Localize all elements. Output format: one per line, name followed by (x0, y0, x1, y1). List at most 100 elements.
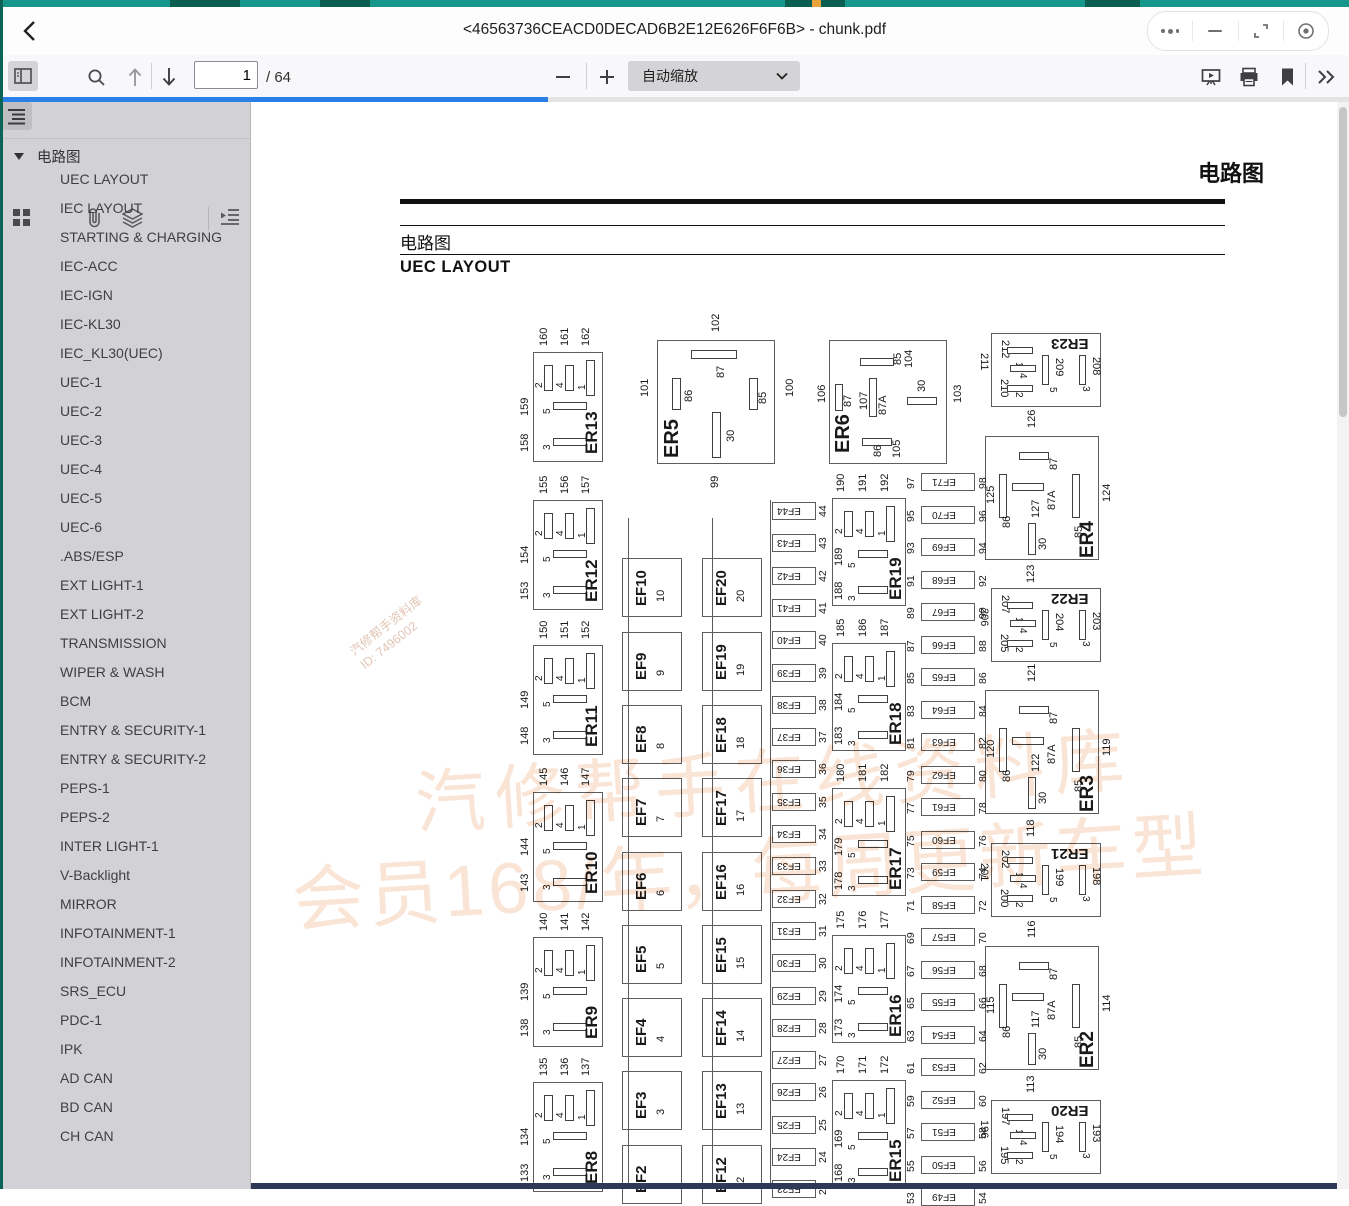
fuse-name: EF5 (634, 945, 649, 973)
pin-slot (1010, 620, 1036, 627)
zoom-select[interactable]: 自动缩放 (628, 61, 800, 91)
outline-item[interactable]: INTER LIGHT-1 (60, 837, 242, 856)
outline-item[interactable]: IEC LAYOUT (60, 199, 242, 218)
outline-item[interactable]: INFOTAINMENT-1 (60, 924, 242, 943)
terminal-number: 193 (1090, 1124, 1101, 1142)
print-icon (1239, 67, 1259, 87)
relay-name: ER21 (1051, 846, 1089, 861)
outline-item[interactable]: UEC-1 (60, 373, 242, 392)
more-button[interactable] (1148, 12, 1192, 50)
dot-icon (1161, 29, 1165, 33)
outline-item[interactable]: PEPS-2 (60, 808, 242, 827)
pin-slot (1012, 737, 1044, 745)
outline-item[interactable]: WIPER & WASH (60, 663, 242, 682)
bookmark-button[interactable] (1276, 64, 1298, 90)
pin-slot (999, 984, 1007, 1028)
outline-item[interactable]: IEC-IGN (60, 286, 242, 305)
outline-item[interactable]: UEC-5 (60, 489, 242, 508)
outline-root-item[interactable]: 电路图 (14, 146, 81, 167)
presentation-mode-button[interactable] (1198, 64, 1224, 90)
diagram-label: 86 (684, 390, 695, 402)
outline-item[interactable]: IEC-KL30 (60, 315, 242, 334)
outline-item[interactable]: UEC LAYOUT (60, 170, 242, 189)
outline-item[interactable]: ENTRY & SECURITY-1 (60, 721, 242, 740)
print-button[interactable] (1236, 64, 1262, 90)
minimize-button[interactable] (1193, 12, 1237, 50)
outline-item[interactable]: MIRROR (60, 895, 242, 914)
outline-item[interactable]: IEC-ACC (60, 257, 242, 276)
outline-item[interactable]: EXT LIGHT-1 (60, 576, 242, 595)
outline-item[interactable]: INFOTAINMENT-2 (60, 953, 242, 972)
terminal-number: 147 (581, 768, 592, 786)
diagram-label: 3 (1080, 386, 1090, 392)
pin-slot (844, 801, 853, 827)
outline-view-button[interactable] (0, 102, 32, 130)
fuse-name: EF27 (777, 1054, 801, 1064)
pin-slot (553, 695, 587, 703)
outline-item[interactable]: IPK (60, 1040, 242, 1059)
close-button[interactable] (1284, 12, 1328, 50)
terminal-number: 118 (1026, 819, 1037, 837)
outline-item[interactable]: EXT LIGHT-2 (60, 605, 242, 624)
zoom-out-button[interactable] (550, 64, 576, 90)
diagram-label: 4 (856, 528, 866, 534)
outline-item[interactable]: .ABS/ESP (60, 547, 242, 566)
thumbnails-view-button[interactable] (12, 208, 31, 227)
outline-item[interactable]: PDC-1 (60, 1011, 242, 1030)
terminal-number: 140 (539, 913, 550, 931)
outline-item[interactable]: BCM (60, 692, 242, 711)
outline-item[interactable]: CH CAN (60, 1127, 242, 1146)
outline-item[interactable]: PEPS-1 (60, 779, 242, 798)
outline-item[interactable]: AD CAN (60, 1069, 242, 1088)
outline-item[interactable]: V-Backlight (60, 866, 242, 885)
pin-slot (1079, 865, 1086, 895)
fuse-name: EF19 (714, 644, 729, 680)
pin-slot (544, 805, 553, 831)
pin-slot (553, 987, 587, 995)
pin-slot (1072, 474, 1080, 518)
relay-name: ER4 (1078, 521, 1097, 558)
back-button[interactable] (18, 18, 44, 44)
outline-item[interactable]: UEC-2 (60, 402, 242, 421)
page-number-input[interactable] (194, 61, 258, 89)
terminal-number: 171 (858, 1056, 869, 1074)
pin-slot (1019, 962, 1049, 970)
restore-button[interactable] (1239, 12, 1283, 50)
pin-slot (586, 360, 595, 396)
more-tools-button[interactable] (1314, 64, 1340, 90)
fuse-name: EF6 (634, 872, 649, 900)
relay-name: ER18 (887, 702, 904, 745)
terminal-number: 87 (906, 640, 917, 652)
outline-item[interactable]: UEC-6 (60, 518, 242, 537)
diagram-label: 2 (1013, 647, 1023, 653)
diagram-label: 4 (1017, 373, 1027, 379)
previous-page-button[interactable] (124, 64, 146, 90)
zoom-in-button[interactable] (594, 64, 620, 90)
terminal-number: 89 (906, 607, 917, 619)
outline-item[interactable]: IEC_KL30(UEC) (60, 344, 242, 363)
outline-item[interactable]: BD CAN (60, 1098, 242, 1117)
outline-item[interactable]: SRS_ECU (60, 982, 242, 1001)
diagram-label: 1 (878, 820, 888, 826)
fuse-number: 41 (818, 602, 829, 614)
outline-item[interactable]: UEC-3 (60, 431, 242, 450)
background-accent-dot (812, 0, 821, 7)
terminal-number: 60 (978, 1095, 989, 1107)
outline-item[interactable]: STARTING & CHARGING (60, 228, 242, 247)
outline-item[interactable]: UEC-4 (60, 460, 242, 479)
outline-item[interactable]: TRANSMISSION (60, 634, 242, 653)
toggle-sidebar-button[interactable] (8, 61, 38, 91)
next-page-button[interactable] (158, 64, 180, 90)
terminal-number: 84 (978, 705, 989, 717)
fuse-number: 3 (656, 1109, 667, 1115)
relay-name: ER2 (1078, 1031, 1097, 1068)
find-button[interactable] (84, 65, 108, 89)
scrollbar-thumb[interactable] (1339, 107, 1347, 417)
fuse-name: EF70 (932, 509, 956, 519)
fuse-EF9 (622, 632, 682, 691)
fuse-number: 35 (818, 796, 829, 808)
fuse-name: EF44 (777, 505, 801, 515)
pin-slot (1010, 875, 1036, 882)
terminal-number: 177 (880, 911, 891, 929)
outline-item[interactable]: ENTRY & SECURITY-2 (60, 750, 242, 769)
